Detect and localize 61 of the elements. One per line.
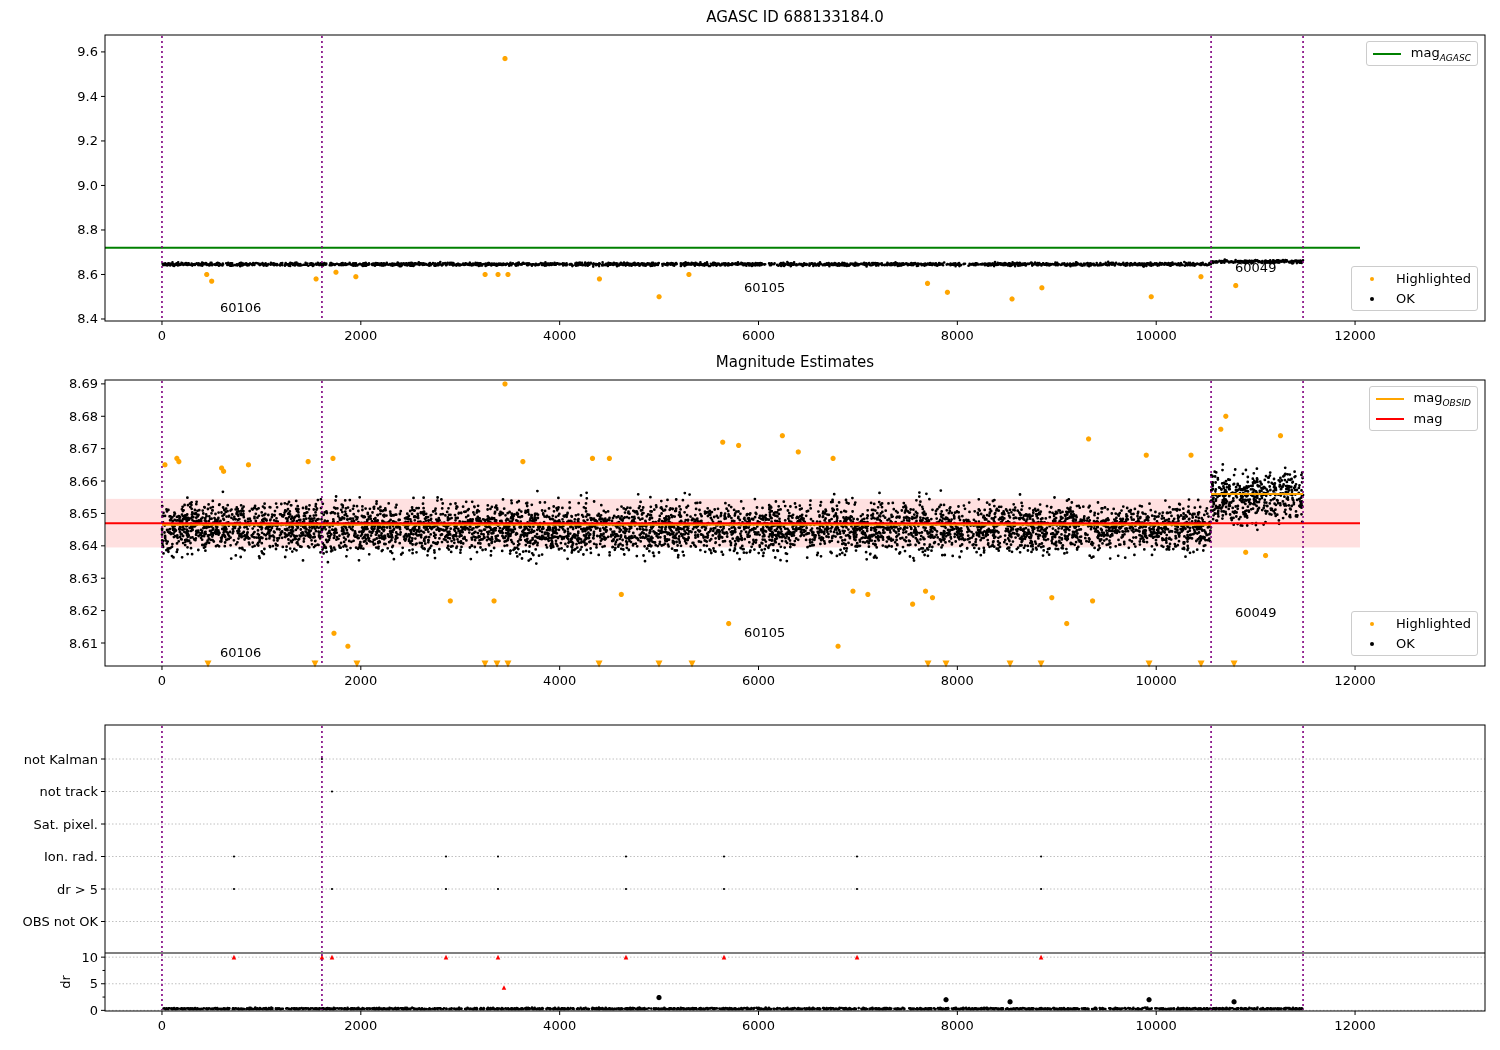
- tick-label: 9.2: [77, 133, 98, 149]
- tick-label: 8.68: [69, 408, 98, 424]
- chart-title: Magnitude Estimates: [715, 353, 875, 371]
- tick-label: 8000: [940, 1018, 974, 1033]
- tick-label: 2000: [344, 1018, 378, 1033]
- tick-label: 9.0: [77, 177, 98, 193]
- tick-label: 2000: [344, 328, 378, 343]
- obsid-label: 60049: [1235, 605, 1277, 621]
- legend-label: Highlighted: [1396, 616, 1471, 631]
- obsid-label: 60105: [744, 280, 786, 296]
- obsid-label: 60106: [219, 300, 262, 316]
- legend-label: mag$_{OBSID}$: [1413, 389, 1471, 408]
- tick-label: 0: [157, 328, 167, 343]
- legend-label: mag: [1413, 411, 1443, 426]
- tick-label: 6000: [741, 673, 776, 688]
- tick-label: 6000: [741, 328, 776, 343]
- tick-label: 12000: [1334, 673, 1376, 688]
- obsid-label: 60105: [744, 624, 786, 640]
- tick-label: OBS not OK: [22, 914, 98, 929]
- tick-label: Sat. pixel.: [33, 816, 98, 832]
- tick-label: 10000: [1135, 1018, 1177, 1033]
- tick-label: 10000: [1135, 328, 1177, 343]
- tick-label: Ion. rad.: [44, 849, 98, 864]
- axis-label: dr: [58, 975, 73, 989]
- tick-label: 8.65: [69, 505, 98, 521]
- tick-label: 6000: [741, 1018, 776, 1033]
- tick-label: 12000: [1334, 328, 1376, 343]
- tick-label: 8.6: [77, 267, 98, 282]
- obsid-label: 60106: [219, 644, 262, 660]
- tick-label: 4000: [543, 673, 577, 688]
- tick-label: 10000: [1135, 673, 1177, 688]
- tick-label: 12000: [1334, 1018, 1376, 1033]
- tick-label: not track: [39, 784, 98, 799]
- tick-label: 8.66: [69, 473, 98, 489]
- tick-label: 8.63: [69, 570, 98, 586]
- tick-label: 8.61: [69, 635, 98, 651]
- tick-label: 8.64: [69, 538, 98, 554]
- tick-label: 8.69: [69, 376, 98, 392]
- tick-label: 8.4: [77, 311, 98, 327]
- legend-label: mag$_{AGASC}$: [1410, 44, 1471, 63]
- tick-label: 8.62: [69, 603, 98, 619]
- tick-label: 9.4: [77, 88, 98, 104]
- tick-label: dr > 5: [56, 881, 98, 897]
- chart-title: AGASC ID 688133184.0: [706, 8, 884, 26]
- obsid-label: 60049: [1235, 260, 1277, 276]
- tick-label: 5: [89, 976, 98, 992]
- tick-label: 0: [157, 673, 167, 688]
- tick-label: 8.8: [77, 222, 98, 238]
- tick-label: 2000: [344, 673, 378, 688]
- tick-label: 8000: [940, 673, 974, 688]
- tick-label: 4000: [543, 1018, 577, 1033]
- tick-label: 0: [89, 1002, 98, 1018]
- legend-label: OK: [1396, 291, 1415, 306]
- tick-label: 9.6: [77, 44, 98, 60]
- tick-label: 0: [157, 1018, 167, 1033]
- legend-label: OK: [1396, 636, 1415, 651]
- tick-label: 8000: [940, 328, 974, 343]
- tick-label: 8.67: [69, 441, 98, 457]
- tick-label: 4000: [543, 328, 577, 343]
- tick-label: not Kalman: [23, 751, 98, 767]
- legend-label: Highlighted: [1396, 271, 1471, 286]
